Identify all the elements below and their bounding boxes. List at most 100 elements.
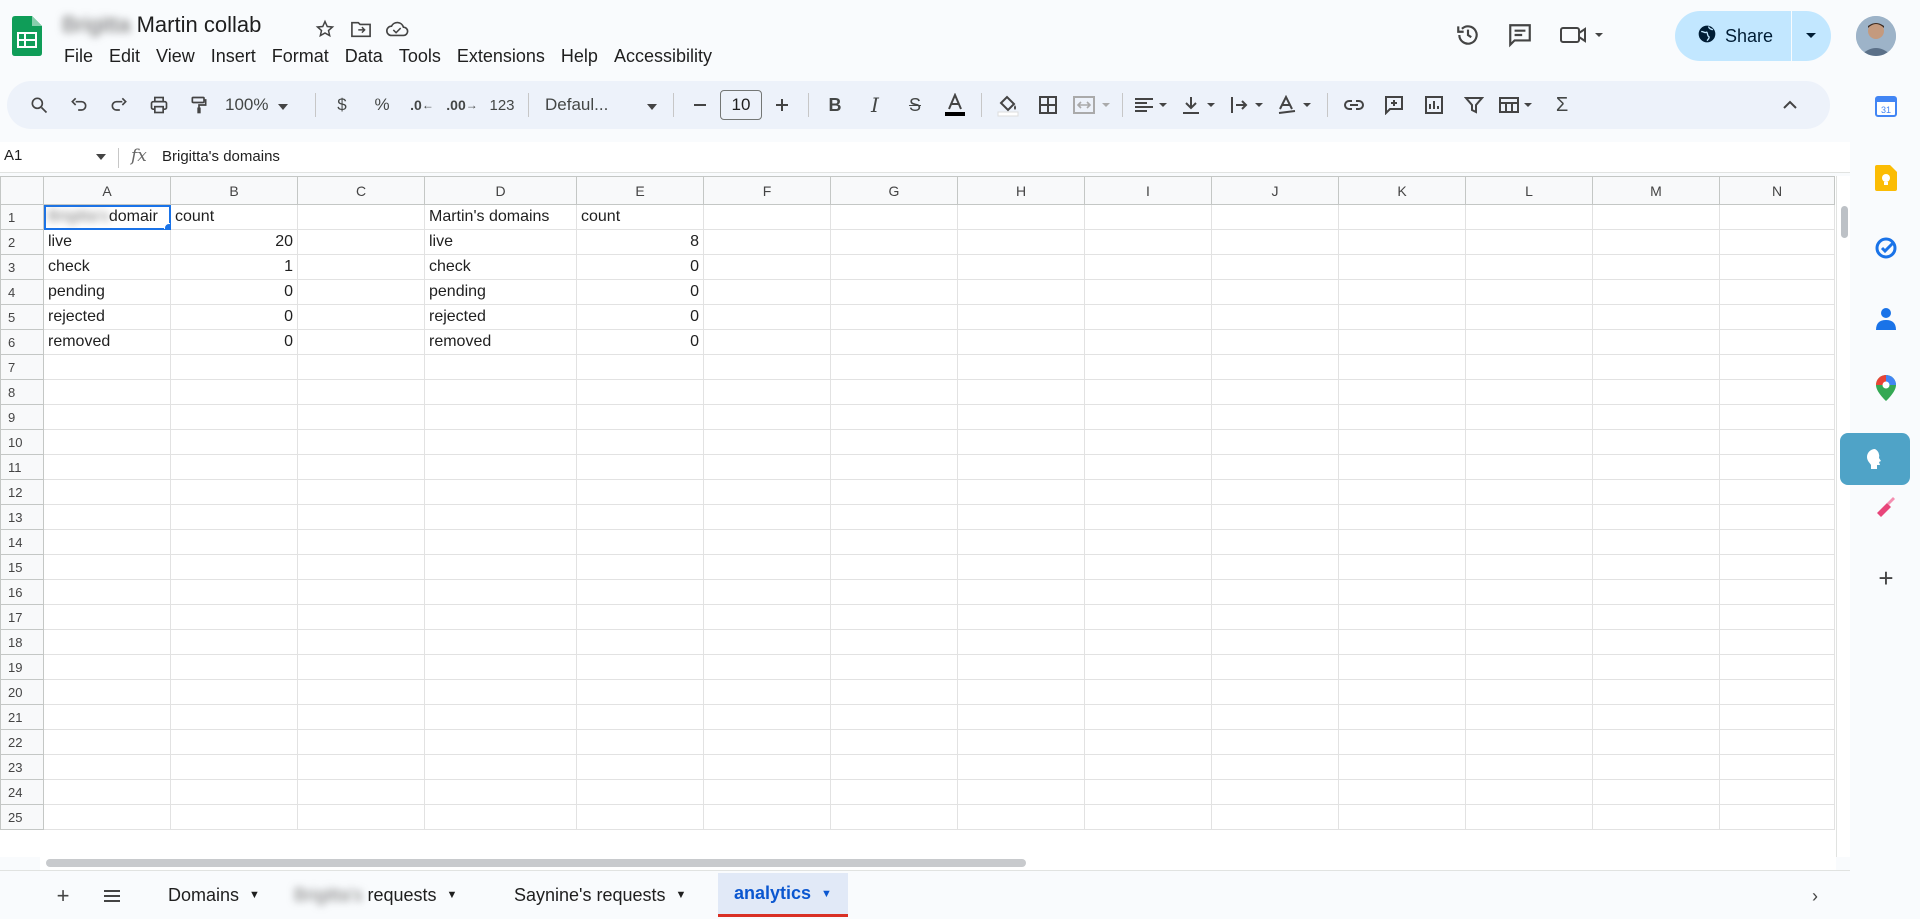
text-rotation-icon[interactable] bbox=[1275, 87, 1319, 123]
cell[interactable] bbox=[1592, 629, 1720, 655]
row-header[interactable]: 5 bbox=[0, 304, 44, 330]
cell[interactable] bbox=[297, 754, 425, 780]
percent-format-button[interactable]: % bbox=[364, 87, 400, 123]
cell[interactable] bbox=[703, 779, 831, 805]
cell[interactable] bbox=[830, 354, 958, 380]
cell[interactable] bbox=[424, 379, 577, 405]
menu-view[interactable]: View bbox=[148, 44, 203, 69]
cell[interactable] bbox=[1465, 729, 1593, 755]
cell[interactable] bbox=[1592, 704, 1720, 730]
cell[interactable] bbox=[703, 754, 831, 780]
cell[interactable] bbox=[1719, 454, 1835, 480]
cell[interactable] bbox=[1338, 604, 1466, 630]
version-history-icon[interactable] bbox=[1448, 12, 1488, 58]
tasks-icon[interactable] bbox=[1872, 234, 1900, 262]
column-header-a[interactable]: A bbox=[43, 176, 171, 205]
cell[interactable] bbox=[1084, 779, 1212, 805]
cell[interactable] bbox=[703, 504, 831, 530]
cell[interactable] bbox=[1592, 729, 1720, 755]
cell[interactable] bbox=[576, 604, 704, 630]
cell[interactable] bbox=[43, 629, 171, 655]
cell[interactable] bbox=[1719, 529, 1835, 555]
cell[interactable] bbox=[170, 679, 298, 705]
cell[interactable]: 1 bbox=[170, 254, 298, 280]
cell[interactable] bbox=[1338, 404, 1466, 430]
cell[interactable] bbox=[43, 354, 171, 380]
cell[interactable] bbox=[1465, 254, 1593, 280]
cell[interactable] bbox=[1338, 379, 1466, 405]
cell[interactable] bbox=[1084, 329, 1212, 355]
cell[interactable] bbox=[830, 479, 958, 505]
cell[interactable] bbox=[1211, 754, 1339, 780]
bold-icon[interactable]: B bbox=[817, 87, 853, 123]
cell[interactable] bbox=[576, 629, 704, 655]
cell[interactable] bbox=[1338, 204, 1466, 230]
column-header-k[interactable]: K bbox=[1338, 176, 1466, 205]
filter-views-icon[interactable] bbox=[1496, 87, 1540, 123]
cell[interactable] bbox=[297, 554, 425, 580]
cell[interactable] bbox=[424, 679, 577, 705]
cell[interactable] bbox=[1338, 679, 1466, 705]
row-header[interactable]: 3 bbox=[0, 254, 44, 280]
cell[interactable] bbox=[424, 754, 577, 780]
cell[interactable]: removed bbox=[424, 329, 577, 355]
cell[interactable] bbox=[576, 754, 704, 780]
cell[interactable] bbox=[424, 404, 577, 430]
cell[interactable] bbox=[170, 504, 298, 530]
column-header-m[interactable]: M bbox=[1592, 176, 1720, 205]
explore-chevron-icon[interactable]: › bbox=[1800, 881, 1830, 911]
row-header[interactable]: 11 bbox=[0, 454, 44, 480]
row-header[interactable]: 20 bbox=[0, 679, 44, 705]
cell[interactable] bbox=[957, 329, 1085, 355]
menu-insert[interactable]: Insert bbox=[203, 44, 264, 69]
increase-font-size-icon[interactable] bbox=[764, 87, 800, 123]
redo-icon[interactable] bbox=[101, 87, 137, 123]
row-header[interactable]: 14 bbox=[0, 529, 44, 555]
cell[interactable] bbox=[297, 629, 425, 655]
cell[interactable] bbox=[1719, 629, 1835, 655]
cell[interactable] bbox=[424, 729, 577, 755]
cell[interactable] bbox=[297, 529, 425, 555]
cell[interactable] bbox=[1719, 404, 1835, 430]
cell[interactable] bbox=[703, 229, 831, 255]
cell[interactable] bbox=[957, 804, 1085, 830]
cell[interactable] bbox=[957, 254, 1085, 280]
cell[interactable] bbox=[170, 729, 298, 755]
cell[interactable] bbox=[1592, 754, 1720, 780]
cell[interactable] bbox=[1338, 254, 1466, 280]
cell[interactable] bbox=[1592, 354, 1720, 380]
cell[interactable] bbox=[830, 579, 958, 605]
move-folder-icon[interactable] bbox=[348, 16, 374, 42]
cell[interactable] bbox=[297, 379, 425, 405]
cell[interactable] bbox=[424, 454, 577, 480]
cell[interactable] bbox=[170, 579, 298, 605]
cell[interactable]: Brigitta'sdomair bbox=[43, 204, 171, 230]
cell[interactable] bbox=[576, 429, 704, 455]
row-header[interactable]: 16 bbox=[0, 579, 44, 605]
cell[interactable] bbox=[1592, 304, 1720, 330]
currency-format-button[interactable]: $ bbox=[324, 87, 360, 123]
row-header[interactable]: 25 bbox=[0, 804, 44, 830]
cell[interactable] bbox=[1211, 779, 1339, 805]
cell[interactable] bbox=[1465, 304, 1593, 330]
cell[interactable] bbox=[297, 579, 425, 605]
cell[interactable] bbox=[1719, 604, 1835, 630]
cell[interactable] bbox=[170, 554, 298, 580]
row-header[interactable]: 22 bbox=[0, 729, 44, 755]
cell[interactable] bbox=[297, 479, 425, 505]
menu-extensions[interactable]: Extensions bbox=[449, 44, 553, 69]
name-box[interactable]: A1 bbox=[4, 147, 114, 164]
cell[interactable] bbox=[957, 754, 1085, 780]
cell[interactable] bbox=[170, 529, 298, 555]
row-header[interactable]: 10 bbox=[0, 429, 44, 455]
cell[interactable] bbox=[1084, 604, 1212, 630]
row-header[interactable]: 6 bbox=[0, 329, 44, 355]
zoom-select[interactable]: 100% bbox=[221, 87, 307, 123]
cell[interactable] bbox=[424, 479, 577, 505]
italic-icon[interactable]: I bbox=[857, 87, 893, 123]
cell[interactable]: check bbox=[43, 254, 171, 280]
menu-format[interactable]: Format bbox=[264, 44, 337, 69]
cell[interactable] bbox=[576, 454, 704, 480]
cell[interactable] bbox=[1592, 779, 1720, 805]
active-addon-button[interactable] bbox=[1840, 433, 1910, 485]
